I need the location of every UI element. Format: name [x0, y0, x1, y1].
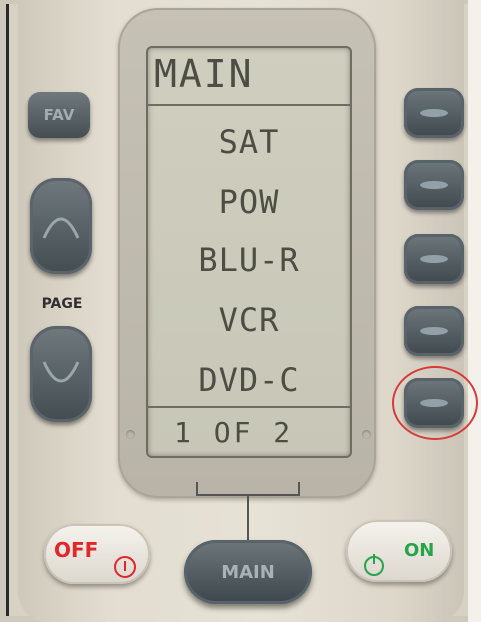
decorative-dot — [362, 430, 371, 439]
lcd-item-pow[interactable]: POW — [148, 184, 350, 220]
on-button[interactable] — [346, 520, 452, 582]
lcd-divider-top — [148, 104, 350, 106]
fav-button[interactable]: FAV — [28, 92, 90, 138]
dash-icon — [420, 255, 448, 263]
page-down-button[interactable] — [30, 326, 92, 422]
highlight-ring — [392, 366, 478, 440]
on-label: ON — [404, 540, 435, 561]
main-bracket-stem — [247, 496, 249, 540]
main-bracket — [196, 482, 300, 496]
off-label: OFF — [54, 538, 99, 562]
lcd-screen: MAIN SAT POW BLU-R VCR DVD-C 1 OF 2 — [146, 46, 352, 458]
dash-icon — [420, 327, 448, 335]
photo-edge — [468, 0, 481, 622]
dash-icon — [420, 109, 448, 117]
softkey-1-button[interactable] — [404, 88, 464, 138]
page-indicator: 1 OF 2 — [174, 416, 294, 449]
softkey-3-button[interactable] — [404, 234, 464, 284]
page-up-button[interactable] — [30, 178, 92, 274]
lcd-item-dvd-c[interactable]: DVD-C — [148, 362, 350, 398]
lcd-title: MAIN — [154, 52, 254, 96]
lcd-divider-bottom — [148, 406, 350, 408]
lcd-item-vcr[interactable]: VCR — [148, 302, 350, 338]
lcd-item-blu-r[interactable]: BLU-R — [148, 242, 350, 278]
softkey-2-button[interactable] — [404, 160, 464, 210]
lcd-item-sat[interactable]: SAT — [148, 124, 350, 160]
chevron-up-icon — [42, 217, 80, 239]
decorative-dot — [126, 430, 135, 439]
power-icon — [364, 554, 384, 576]
chevron-down-icon — [42, 361, 80, 383]
dash-icon — [420, 181, 448, 189]
softkey-4-button[interactable] — [404, 306, 464, 356]
main-button[interactable]: MAIN — [184, 540, 312, 604]
power-icon — [114, 556, 136, 578]
page-label: PAGE — [41, 296, 83, 312]
